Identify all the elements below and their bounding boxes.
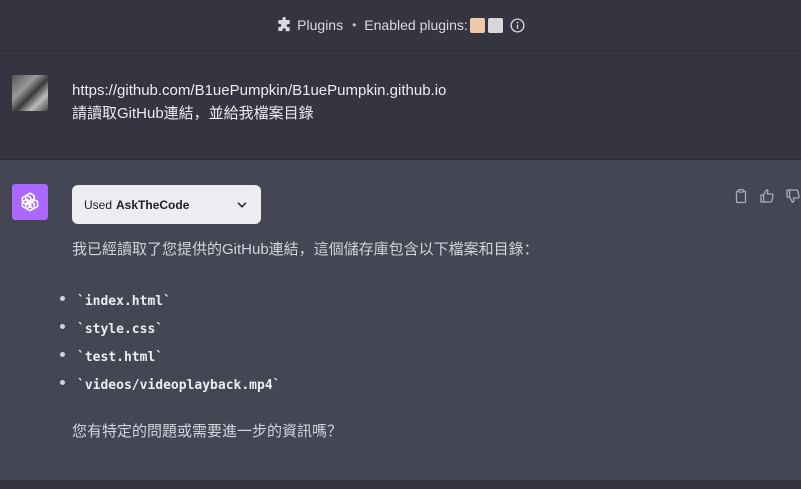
user-message-row: https://github.com/B1uePumpkin/B1uePumpk… xyxy=(0,52,801,160)
assistant-intro-text: 我已經讀取了您提供的GitHub連結，這個儲存庫包含以下檔案和目錄： xyxy=(72,241,539,258)
file-name: `test.html` xyxy=(77,349,164,365)
user-message-line-1: https://github.com/B1uePumpkin/B1uePumpk… xyxy=(72,82,447,99)
enabled-plugins-label: Enabled plugins: xyxy=(364,17,468,33)
file-name: `style.css` xyxy=(77,321,164,337)
plugin-icon-1[interactable] xyxy=(469,17,485,33)
plugin-used-dropdown[interactable]: Used AskTheCode xyxy=(72,185,261,224)
thumbs-down-icon[interactable] xyxy=(785,188,801,204)
file-name: `videos/videoplayback.mp4` xyxy=(77,377,281,393)
info-icon[interactable] xyxy=(510,17,525,33)
bullet xyxy=(60,323,65,329)
assistant-message-row: Used AskTheCode 我已經讀取了您提供的GitHub連結，這個儲存庫… xyxy=(0,160,801,480)
bullet xyxy=(60,295,65,301)
message-actions xyxy=(733,188,801,204)
separator-dot: • xyxy=(352,18,357,32)
user-message-text: https://github.com/B1uePumpkin/B1uePumpk… xyxy=(72,79,446,125)
openai-logo-glyph xyxy=(21,192,39,212)
list-item: `videos/videoplayback.mp4` xyxy=(60,371,281,399)
bottom-strip xyxy=(0,480,801,489)
user-avatar xyxy=(12,75,48,111)
list-item: `index.html` xyxy=(60,287,281,315)
list-item: `test.html` xyxy=(60,343,281,371)
top-bar: Plugins • Enabled plugins: xyxy=(0,0,801,51)
user-message-line-2: 請讀取GitHub連結，並給我檔案目錄 xyxy=(72,105,314,122)
plugin-icon-2[interactable] xyxy=(487,17,503,33)
openai-logo-icon xyxy=(12,184,48,220)
list-item: `style.css` xyxy=(60,315,281,343)
thumbs-up-icon[interactable] xyxy=(759,188,775,204)
used-plugin-name: AskTheCode xyxy=(116,197,190,212)
puzzle-icon xyxy=(278,17,290,32)
plugins-label: Plugins xyxy=(297,17,344,33)
file-list: `index.html` `style.css` `test.html` `vi… xyxy=(60,287,281,399)
used-prefix: Used xyxy=(84,197,113,212)
chevron-down-icon xyxy=(237,201,247,208)
bullet xyxy=(60,379,65,385)
file-name: `index.html` xyxy=(77,293,171,309)
bullet xyxy=(60,351,65,357)
assistant-followup-text: 您有特定的問題或需要進一步的資訊嗎？ xyxy=(72,423,343,440)
clipboard-icon[interactable] xyxy=(733,188,749,204)
